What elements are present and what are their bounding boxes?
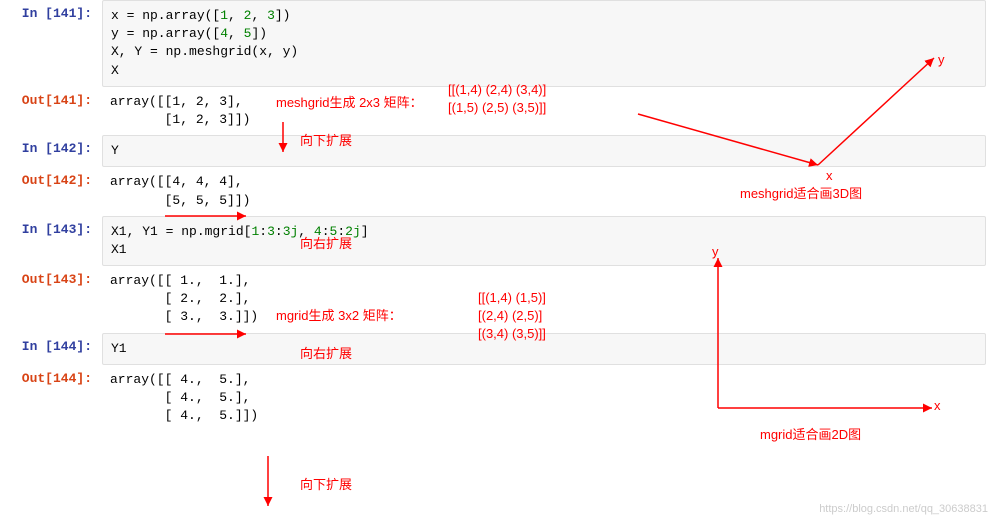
out-prompt: Out[142]: — [0, 167, 102, 194]
code-input[interactable]: X1, Y1 = np.mgrid[1:3:3j, 4:5:2j] X1 — [102, 216, 986, 266]
annot-down-expand-2: 向下扩展 — [300, 474, 352, 493]
output-cell-142: Out[142]: array([[4, 4, 4], [5, 5, 5]]) — [0, 167, 998, 215]
code-output: array([[ 1., 1.], [ 2., 2.], [ 3., 3.]]) — [102, 266, 998, 333]
code-input[interactable]: Y — [102, 135, 986, 167]
code-input[interactable]: Y1 — [102, 333, 986, 365]
in-prompt: In [144]: — [0, 333, 102, 360]
input-cell-143: In [143]: X1, Y1 = np.mgrid[1:3:3j, 4:5:… — [0, 216, 998, 266]
in-prompt: In [141]: — [0, 0, 102, 27]
in-prompt: In [143]: — [0, 216, 102, 243]
code-output: array([[1, 2, 3], [1, 2, 3]]) — [102, 87, 998, 135]
in-prompt: In [142]: — [0, 135, 102, 162]
watermark: https://blog.csdn.net/qq_30638831 — [819, 503, 988, 515]
input-cell-141: In [141]: x = np.array([1, 2, 3]) y = np… — [0, 0, 998, 87]
code-output: array([[4, 4, 4], [5, 5, 5]]) — [102, 167, 998, 215]
code-input[interactable]: x = np.array([1, 2, 3]) y = np.array([4,… — [102, 0, 986, 87]
code-output: array([[ 4., 5.], [ 4., 5.], [ 4., 5.]]) — [102, 365, 998, 432]
output-cell-143: Out[143]: array([[ 1., 1.], [ 2., 2.], [… — [0, 266, 998, 333]
input-cell-144: In [144]: Y1 — [0, 333, 998, 365]
out-prompt: Out[141]: — [0, 87, 102, 114]
out-prompt: Out[144]: — [0, 365, 102, 392]
output-cell-141: Out[141]: array([[1, 2, 3], [1, 2, 3]]) — [0, 87, 998, 135]
input-cell-142: In [142]: Y — [0, 135, 998, 167]
output-cell-144: Out[144]: array([[ 4., 5.], [ 4., 5.], [… — [0, 365, 998, 432]
out-prompt: Out[143]: — [0, 266, 102, 293]
